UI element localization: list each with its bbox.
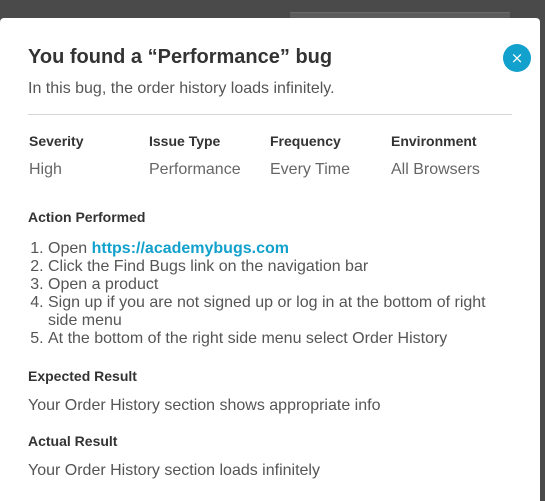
- close-icon: ×: [510, 48, 524, 67]
- environment-value: All Browsers: [391, 161, 480, 178]
- actual-result-heading: Actual Result: [28, 433, 118, 449]
- action-step: Click the Find Bugs link on the navigati…: [48, 258, 518, 276]
- environment-field: Environment All Browsers: [391, 133, 480, 179]
- severity-label: Severity: [29, 133, 84, 149]
- issue-type-label: Issue Type: [149, 133, 221, 149]
- bug-details-modal: × You found a “Performance” bug In this …: [0, 18, 540, 501]
- expected-result-heading: Expected Result: [28, 368, 137, 384]
- step-text: Open: [48, 240, 92, 257]
- action-step: Open a product: [48, 276, 518, 294]
- expected-result-text: Your Order History section shows appropr…: [28, 397, 381, 414]
- divider: [28, 114, 512, 115]
- frequency-label: Frequency: [270, 133, 341, 149]
- actual-result-text: Your Order History section loads infinit…: [28, 462, 320, 479]
- issue-type-field: Issue Type Performance: [149, 133, 241, 179]
- frequency-value: Every Time: [270, 161, 351, 178]
- action-step: Open https://academybugs.com: [48, 240, 518, 258]
- action-performed-heading: Action Performed: [28, 209, 146, 225]
- severity-value: High: [29, 161, 62, 178]
- modal-subtitle: In this bug, the order history loads inf…: [28, 80, 335, 97]
- action-steps-list: Open https://academybugs.com Click the F…: [28, 240, 518, 348]
- frequency-field: Frequency Every Time: [270, 133, 350, 179]
- action-step: At the bottom of the right side menu sel…: [48, 330, 518, 348]
- environment-label: Environment: [391, 133, 477, 149]
- academybugs-link[interactable]: https://academybugs.com: [92, 240, 289, 257]
- close-button[interactable]: ×: [503, 44, 531, 72]
- modal-title: You found a “Performance” bug: [28, 46, 333, 68]
- issue-type-value: Performance: [149, 161, 241, 178]
- action-step: Sign up if you are not signed up or log …: [48, 294, 518, 330]
- severity-field: Severity High: [29, 133, 83, 179]
